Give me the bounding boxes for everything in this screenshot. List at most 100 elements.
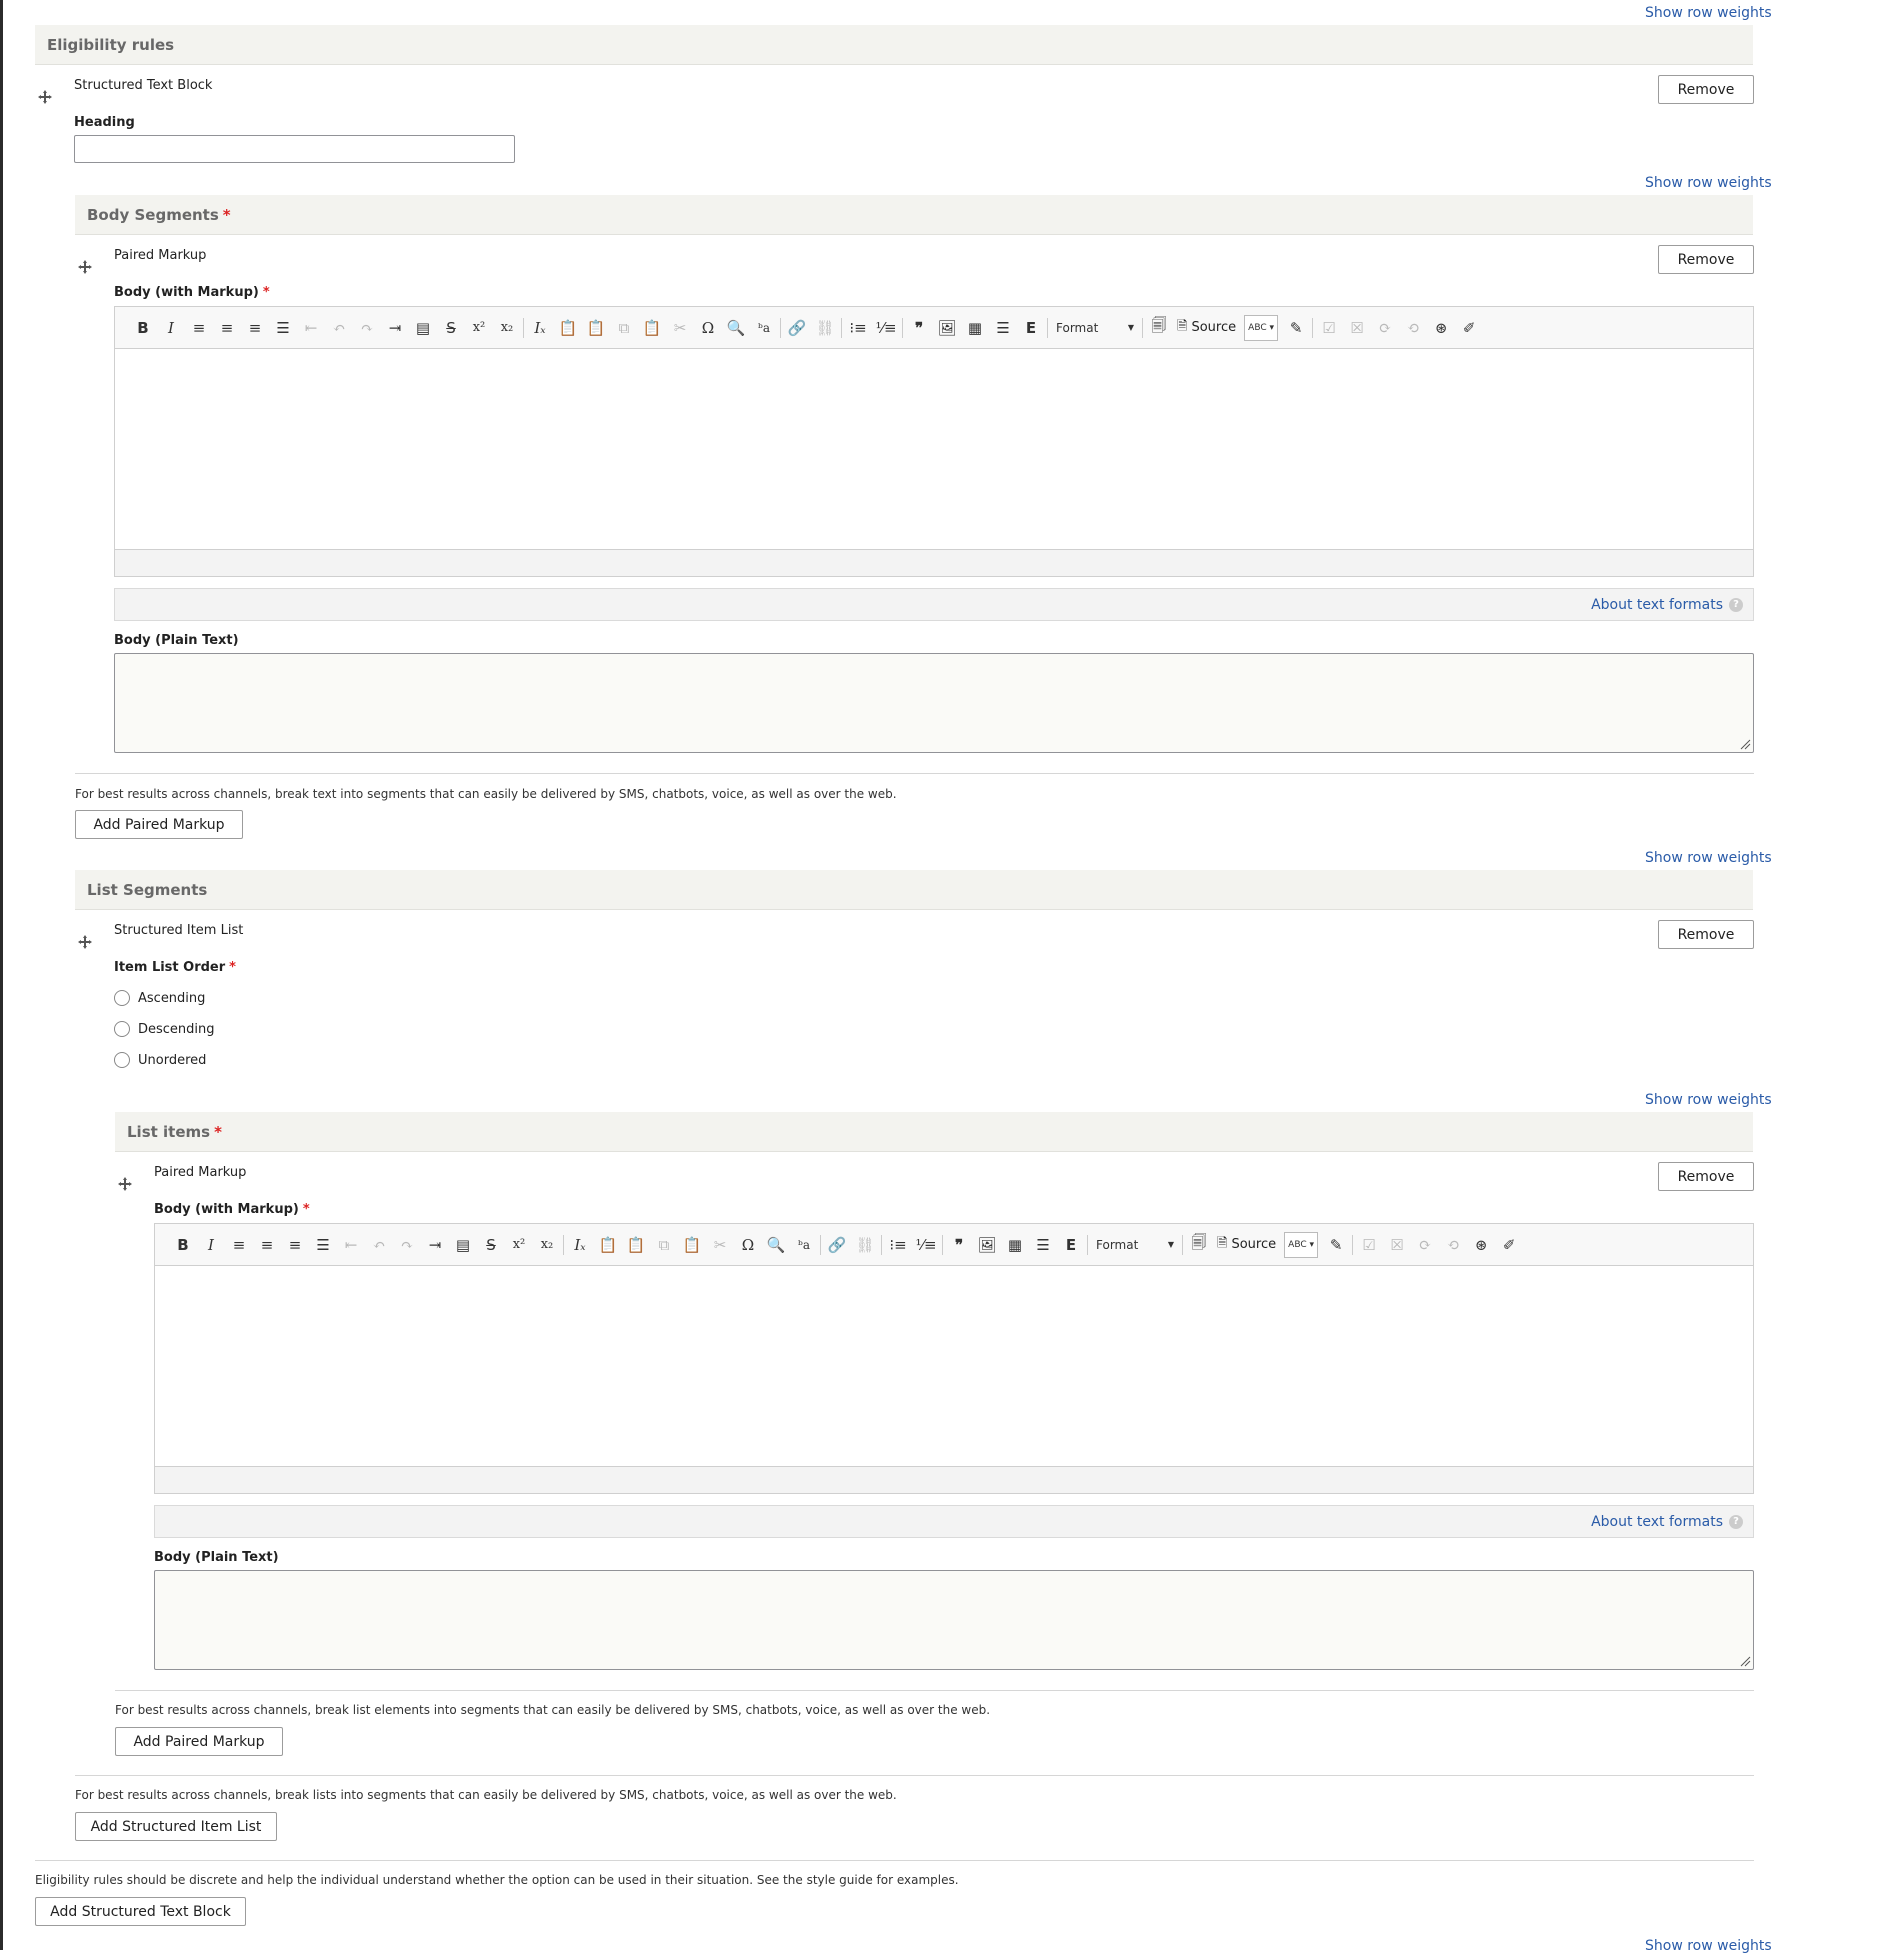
blockquote-block-icon[interactable]: ▤ xyxy=(449,1231,477,1259)
subscript-icon[interactable]: x₂ xyxy=(533,1231,561,1259)
track-changes-icon[interactable]: ⊛ xyxy=(1467,1231,1495,1259)
highlight-pen-icon[interactable]: ✎ xyxy=(1282,314,1310,342)
paste-icon[interactable]: 📋 xyxy=(638,314,666,342)
blockquote-icon[interactable]: ❞ xyxy=(945,1231,973,1259)
italic-icon[interactable]: I xyxy=(157,314,185,342)
add-structured-item-list-button[interactable]: Add Structured Item List xyxy=(75,1812,277,1841)
bulleted-list-icon[interactable]: ⁝≡ xyxy=(884,1231,912,1259)
unlink-icon[interactable]: ⛓ xyxy=(811,314,839,342)
reject-all-icon[interactable]: ⟲ xyxy=(1399,314,1427,342)
align-justify-icon[interactable]: ☰ xyxy=(309,1231,337,1259)
heading-input[interactable] xyxy=(74,135,515,163)
replace-icon[interactable]: ᵇa xyxy=(750,314,778,342)
drag-handle-icon[interactable] xyxy=(77,934,93,950)
reject-change-icon[interactable]: ☒ xyxy=(1383,1231,1411,1259)
add-paired-markup-button[interactable]: Add Paired Markup xyxy=(115,1727,283,1756)
numbered-list-icon[interactable]: ⅟≡ xyxy=(912,1231,940,1259)
unlink-icon[interactable]: ⛓ xyxy=(851,1231,879,1259)
about-text-formats-link[interactable]: About text formats xyxy=(1591,1514,1723,1530)
paste-icon[interactable]: 📋 xyxy=(678,1231,706,1259)
paste-word-icon[interactable]: 📋 xyxy=(622,1231,650,1259)
edit-toggle-icon[interactable]: ✐ xyxy=(1495,1231,1523,1259)
align-right-icon[interactable]: ≡ xyxy=(281,1231,309,1259)
editor-content-area[interactable] xyxy=(115,349,1753,549)
add-paired-markup-button[interactable]: Add Paired Markup xyxy=(75,810,243,839)
spellcheck-dropdown[interactable]: ABC ▾ xyxy=(1284,1231,1319,1258)
accept-all-icon[interactable]: ⟳ xyxy=(1411,1231,1439,1259)
outdent-icon[interactable]: ⇤ xyxy=(297,314,325,342)
accept-all-icon[interactable]: ⟳ xyxy=(1371,314,1399,342)
cut-icon[interactable]: ✂ xyxy=(666,314,694,342)
blockquote-icon[interactable]: ❞ xyxy=(905,314,933,342)
reject-change-icon[interactable]: ☒ xyxy=(1343,314,1371,342)
paste-word-icon[interactable]: 📋 xyxy=(582,314,610,342)
link-icon[interactable]: 🔗 xyxy=(783,314,811,342)
show-row-weights-link[interactable]: Show row weights xyxy=(1645,5,1772,21)
strikethrough-icon[interactable]: S xyxy=(477,1231,505,1259)
resize-grip-icon[interactable] xyxy=(1739,738,1751,750)
align-right-icon[interactable]: ≡ xyxy=(241,314,269,342)
radio-descending[interactable]: Descending xyxy=(114,1021,215,1037)
horizontal-rule-icon[interactable]: ☰ xyxy=(1029,1231,1057,1259)
track-changes-icon[interactable]: ⊛ xyxy=(1427,314,1455,342)
radio-unordered[interactable]: Unordered xyxy=(114,1052,206,1068)
image-icon[interactable]: 🖼 xyxy=(933,314,961,342)
numbered-list-icon[interactable]: ⅟≡ xyxy=(872,314,900,342)
radio-ascending[interactable]: Ascending xyxy=(114,990,205,1006)
indent-icon[interactable]: ⇥ xyxy=(381,314,409,342)
table-icon[interactable]: ▦ xyxy=(961,314,989,342)
table-icon[interactable]: ▦ xyxy=(1001,1231,1029,1259)
edit-toggle-icon[interactable]: ✐ xyxy=(1455,314,1483,342)
radio-button[interactable] xyxy=(114,990,130,1006)
help-icon[interactable]: ? xyxy=(1729,597,1743,612)
rich-text-editor[interactable]: B I ≡ ≡ ≡ ☰ ⇤ ↶ ↷ ⇥ ▤ S x² x₂ Iₓ 📋 📋 ⧉ 📋… xyxy=(154,1223,1754,1494)
italic-icon[interactable]: I xyxy=(197,1231,225,1259)
body-plain-textarea[interactable] xyxy=(114,653,1754,753)
bold-icon[interactable]: B xyxy=(129,314,157,342)
strikethrough-icon[interactable]: S xyxy=(437,314,465,342)
link-icon[interactable]: 🔗 xyxy=(823,1231,851,1259)
paste-text-icon[interactable]: 📋 xyxy=(594,1231,622,1259)
horizontal-rule-icon[interactable]: ☰ xyxy=(989,314,1017,342)
copy-icon[interactable]: ⧉ xyxy=(610,314,638,342)
outdent-icon[interactable]: ⇤ xyxy=(337,1231,365,1259)
remove-format-icon[interactable]: Iₓ xyxy=(566,1231,594,1259)
remove-structured-item-list-button[interactable]: Remove xyxy=(1658,920,1754,949)
find-icon[interactable]: 🔍 xyxy=(722,314,750,342)
accept-change-icon[interactable]: ☑ xyxy=(1315,314,1343,342)
drag-handle-icon[interactable] xyxy=(37,89,53,105)
show-row-weights-link[interactable]: Show row weights xyxy=(1645,850,1772,866)
paste-text-icon[interactable]: 📋 xyxy=(554,314,582,342)
help-icon[interactable]: ? xyxy=(1729,1514,1743,1529)
remove-format-icon[interactable]: Iₓ xyxy=(526,314,554,342)
radio-button[interactable] xyxy=(114,1052,130,1068)
add-structured-text-block-button[interactable]: Add Structured Text Block xyxy=(35,1897,246,1926)
templates-icon[interactable]: 🗐 xyxy=(1145,314,1173,342)
rich-text-editor[interactable]: B I ≡ ≡ ≡ ☰ ⇤ ↶ ↷ ⇥ ▤ S x² x₂ Iₓ 📋 📋 ⧉ 📋… xyxy=(114,306,1754,577)
about-text-formats-link[interactable]: About text formats xyxy=(1591,597,1723,613)
source-button[interactable]: 🗎 Source xyxy=(1173,314,1240,342)
source-button[interactable]: 🗎 Source xyxy=(1213,1231,1280,1259)
align-left-icon[interactable]: ≡ xyxy=(253,1231,281,1259)
spellcheck-dropdown[interactable]: ABC ▾ xyxy=(1244,314,1279,341)
radio-button[interactable] xyxy=(114,1021,130,1037)
remove-list-item-button[interactable]: Remove xyxy=(1658,1162,1754,1191)
align-center-icon[interactable]: ≡ xyxy=(225,1231,253,1259)
remove-paired-markup-button[interactable]: Remove xyxy=(1658,245,1754,274)
drag-handle-icon[interactable] xyxy=(117,1176,133,1192)
templates-icon[interactable]: 🗐 xyxy=(1185,1231,1213,1259)
bulleted-list-icon[interactable]: ⁝≡ xyxy=(844,314,872,342)
special-char-icon[interactable]: Ω xyxy=(694,314,722,342)
superscript-icon[interactable]: x² xyxy=(505,1231,533,1259)
highlight-pen-icon[interactable]: ✎ xyxy=(1322,1231,1350,1259)
redo-icon[interactable]: ↷ xyxy=(393,1231,421,1259)
resize-grip-icon[interactable] xyxy=(1739,1655,1751,1667)
image-icon[interactable]: 🖼 xyxy=(973,1231,1001,1259)
show-row-weights-link[interactable]: Show row weights xyxy=(1645,1938,1772,1954)
editor-content-area[interactable] xyxy=(155,1266,1753,1466)
remove-structured-text-block-button[interactable]: Remove xyxy=(1658,75,1754,104)
embed-icon[interactable]: E xyxy=(1057,1231,1085,1259)
align-justify-icon[interactable]: ☰ xyxy=(269,314,297,342)
blockquote-block-icon[interactable]: ▤ xyxy=(409,314,437,342)
redo-icon[interactable]: ↷ xyxy=(353,314,381,342)
